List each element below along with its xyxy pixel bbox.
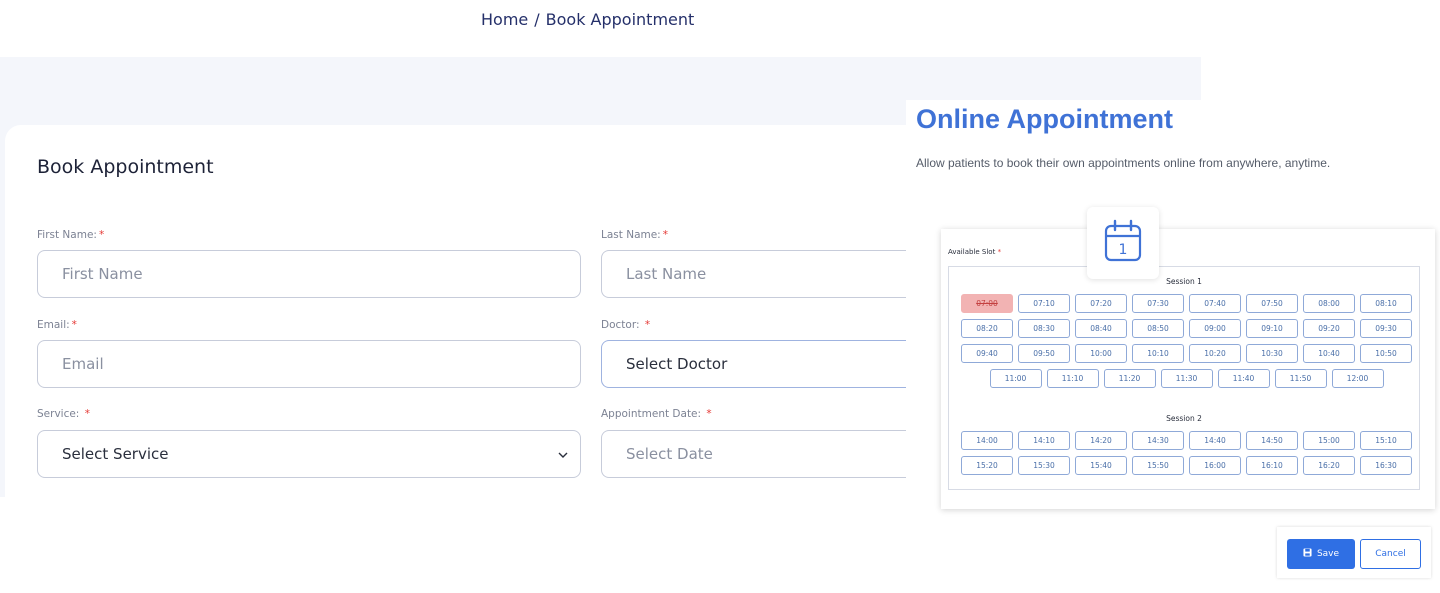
time-slot[interactable]: 15:00 <box>1303 431 1355 450</box>
time-slot[interactable]: 14:50 <box>1246 431 1298 450</box>
slot-grid: Session 1 07:00 07:10 07:20 07:30 07:40 07:50 0… <box>948 266 1420 490</box>
time-slot[interactable]: 10:00 <box>1075 344 1127 363</box>
online-appointment-panel: Online Appointment Allow patients to boo… <box>906 100 1440 593</box>
time-slot[interactable]: 08:20 <box>961 319 1013 338</box>
time-slot[interactable]: 09:30 <box>1360 319 1412 338</box>
time-slot[interactable]: 10:30 <box>1246 344 1298 363</box>
time-slot[interactable]: 08:30 <box>1018 319 1070 338</box>
time-slot[interactable]: 10:10 <box>1132 344 1184 363</box>
time-slot[interactable]: 14:40 <box>1189 431 1241 450</box>
time-slot[interactable]: 08:10 <box>1360 294 1412 313</box>
service-label: Service: * <box>37 408 90 420</box>
first-name-label: First Name: * <box>37 229 105 241</box>
available-slot-box: Available Slot * Session 1 07:00 07:10 07:2… <box>941 229 1435 509</box>
email-label: Email: * <box>37 319 77 331</box>
time-slot[interactable]: 11:40 <box>1217 369 1270 388</box>
time-slot[interactable]: 14:30 <box>1132 431 1184 450</box>
service-select[interactable]: Select Service <box>37 430 581 478</box>
available-slot-label: Available Slot * <box>948 248 1002 256</box>
time-slot[interactable]: 09:40 <box>961 344 1013 363</box>
time-slot[interactable]: 07:10 <box>1018 294 1070 313</box>
time-slot[interactable]: 09:00 <box>1189 319 1241 338</box>
session-title: Session 2 <box>1166 414 1202 423</box>
time-slot[interactable]: 10:40 <box>1303 344 1355 363</box>
time-slot[interactable]: 16:20 <box>1303 456 1355 475</box>
session-title: Session 1 <box>1166 277 1202 286</box>
time-slot[interactable]: 11:00 <box>989 369 1042 388</box>
email-input[interactable]: Email <box>37 340 581 388</box>
online-appointment-description: Allow patients to book their own appoint… <box>916 156 1331 170</box>
time-slot[interactable]: 11:30 <box>1160 369 1213 388</box>
time-slot-booked: 07:00 <box>961 294 1013 313</box>
svg-text:1: 1 <box>1119 242 1128 258</box>
book-appointment-card: Book Appointment First Name: * First Name… <box>5 125 1005 497</box>
card-title: Book Appointment <box>37 156 214 178</box>
calendar-icon: 1 <box>1103 219 1143 268</box>
save-button[interactable]: Save <box>1287 539 1355 569</box>
doctor-label: Doctor: * <box>601 319 651 331</box>
time-slot[interactable]: 11:20 <box>1103 369 1156 388</box>
time-slot[interactable]: 15:50 <box>1132 456 1184 475</box>
appointment-date-label: Appointment Date: * <box>601 408 712 420</box>
calendar-badge: 1 <box>1087 207 1159 279</box>
time-slot[interactable]: 07:20 <box>1075 294 1127 313</box>
time-slot[interactable]: 11:50 <box>1274 369 1327 388</box>
time-slot[interactable]: 08:40 <box>1075 319 1127 338</box>
time-slot[interactable]: 10:20 <box>1189 344 1241 363</box>
time-slot[interactable]: 11:10 <box>1046 369 1099 388</box>
time-slot[interactable]: 10:50 <box>1360 344 1412 363</box>
breadcrumb-current: Book Appointment <box>545 10 695 29</box>
last-name-label: Last Name: * <box>601 229 668 241</box>
breadcrumb-separator: / <box>534 10 540 29</box>
time-slot[interactable]: 07:50 <box>1246 294 1298 313</box>
time-slot[interactable]: 14:10 <box>1018 431 1070 450</box>
breadcrumb-home-link[interactable]: Home <box>481 10 528 29</box>
time-slot[interactable]: 07:40 <box>1189 294 1241 313</box>
online-appointment-title: Online Appointment <box>916 104 1173 134</box>
time-slot[interactable]: 16:10 <box>1246 456 1298 475</box>
time-slot[interactable]: 09:50 <box>1018 344 1070 363</box>
time-slot[interactable]: 08:50 <box>1132 319 1184 338</box>
form-actions: Save Cancel <box>1277 527 1431 578</box>
floppy-disk-icon <box>1303 548 1312 560</box>
time-slot[interactable]: 15:20 <box>961 456 1013 475</box>
time-slot[interactable]: 14:00 <box>961 431 1013 450</box>
time-slot[interactable]: 14:20 <box>1075 431 1127 450</box>
time-slot[interactable]: 09:20 <box>1303 319 1355 338</box>
time-slot[interactable]: 16:30 <box>1360 456 1412 475</box>
breadcrumb: Home / Book Appointment <box>481 10 694 29</box>
time-slot[interactable]: 15:10 <box>1360 431 1412 450</box>
time-slot[interactable]: 15:30 <box>1018 456 1070 475</box>
cancel-button[interactable]: Cancel <box>1360 539 1421 569</box>
time-slot[interactable]: 12:00 <box>1331 369 1384 388</box>
time-slot[interactable]: 16:00 <box>1189 456 1241 475</box>
first-name-input[interactable]: First Name <box>37 250 581 298</box>
chevron-down-icon <box>558 448 568 462</box>
time-slot[interactable]: 07:30 <box>1132 294 1184 313</box>
time-slot[interactable]: 09:10 <box>1246 319 1298 338</box>
time-slot[interactable]: 08:00 <box>1303 294 1355 313</box>
time-slot[interactable]: 15:40 <box>1075 456 1127 475</box>
